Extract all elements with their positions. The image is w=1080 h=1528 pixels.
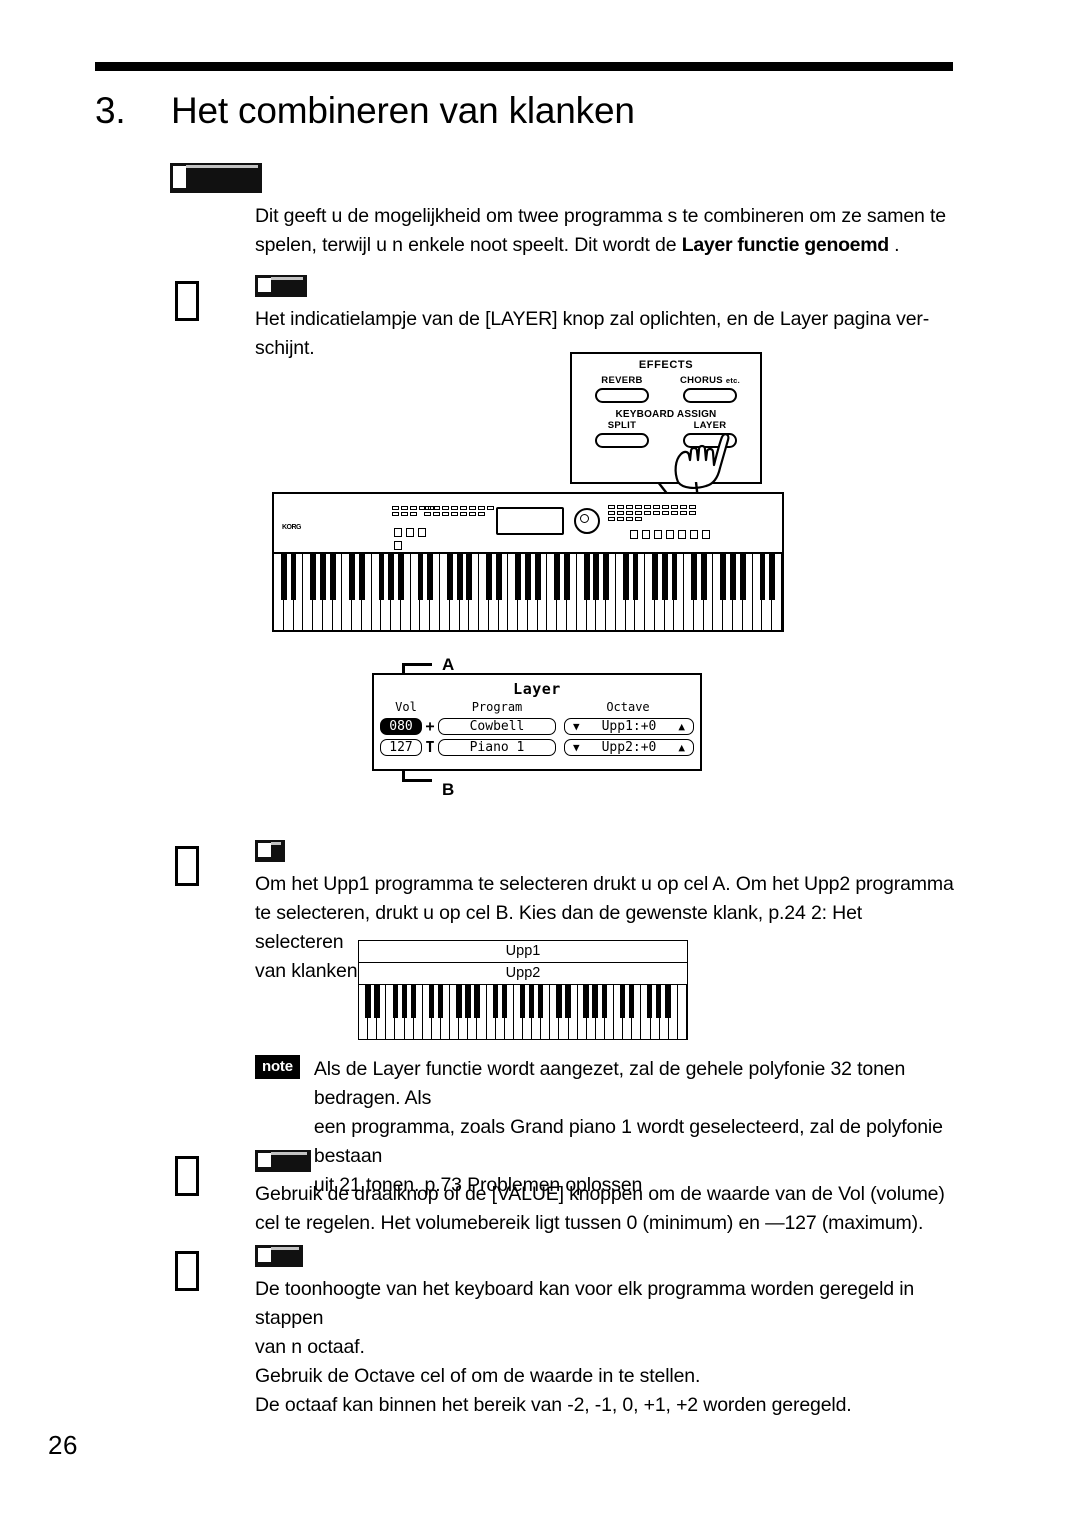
effects-title: EFFECTS	[638, 359, 694, 371]
octave-down-arrow-upper1[interactable]: ▼	[573, 720, 580, 733]
split-button[interactable]	[595, 433, 649, 448]
step-4-body: De toonhoogte van het keyboard kan voor …	[255, 1245, 955, 1420]
program-cell-upper1[interactable]: Cowbell	[438, 717, 556, 735]
panel-switch-row	[394, 528, 436, 550]
range-bar-upper2: Upp2	[359, 963, 687, 985]
callout-b-line-h	[402, 779, 432, 782]
note-line-1: Als de Layer functie wordt aangezet, zal…	[313, 1058, 906, 1109]
step-4-line-2: van n octaaf.	[255, 1336, 365, 1358]
step-1-body: Het indicatielampje van de [LAYER] knop …	[255, 275, 955, 363]
octave-up-arrow-upper2[interactable]: ▲	[678, 741, 685, 754]
intro-line-2: spelen, terwijl u n enkele noot speelt. …	[255, 231, 955, 260]
split-label: SPLIT	[607, 420, 637, 431]
layer-label: LAYER	[693, 420, 727, 431]
page-number: 26	[48, 1430, 78, 1460]
range-bar-upper1: Upp1	[359, 941, 687, 963]
intro-line-1: Dit geeft u de mogelijkheid om twee prog…	[255, 205, 946, 227]
page-title-text: Het combineren van klanken	[171, 90, 635, 131]
reverb-label: REVERB	[601, 375, 643, 386]
instrument-brand: KORG	[282, 524, 302, 531]
intro-bold-term: Layer functie genoemd	[681, 234, 889, 256]
octave-value-upper1: Upp1:+0	[601, 718, 657, 734]
page-title-number: 3.	[95, 90, 126, 131]
value-dial-knob[interactable]	[574, 508, 600, 534]
lcd-header-vol: Vol	[395, 700, 417, 714]
step-3-line-1: Gebruik de draaiknop of de [VALUE] knopp…	[255, 1183, 945, 1205]
split-cell: SPLIT	[586, 420, 658, 448]
page-title: 3. Het combineren van klanken	[95, 90, 955, 132]
step-3-line-2: cel te regelen. Het volumebereik ligt tu…	[255, 1212, 924, 1234]
octave-value-upper2: Upp2:+0	[601, 739, 657, 755]
panel-button-cluster-3	[608, 505, 704, 521]
lcd-header-octave: Octave	[606, 700, 650, 714]
step-4-number	[175, 1251, 199, 1291]
reverb-button[interactable]	[595, 388, 649, 403]
lcd-row-upper1: 080 + Cowbell ▼ Upp1:+0 ▲	[374, 717, 700, 735]
instrument-illustration: KORG	[272, 492, 784, 632]
effects-panel: EFFECTS REVERB CHORUS etc. KEYBOARD ASSI…	[570, 352, 762, 489]
layer-lcd-panel: Layer Vol Program Octave 080 + Cowbell ▼…	[372, 673, 702, 771]
panel-program-button-row	[630, 530, 710, 539]
section-heading-glyph	[170, 163, 262, 193]
step-3: Gebruik de draaiknop of de [VALUE] knopp…	[175, 1150, 955, 1238]
octave-cell-upper2[interactable]: ▼ Upp2:+0 ▲	[564, 738, 694, 756]
range-black-keys	[359, 985, 687, 1018]
reverb-cell: REVERB	[586, 375, 658, 403]
callout-a-label: A	[442, 655, 455, 674]
chorus-label-text: CHORUS	[679, 375, 723, 386]
note-badge: note	[255, 1055, 300, 1079]
layer-screen-figure: A B Layer Vol Program Octave 080 + Cowbe…	[352, 655, 702, 800]
chorus-label-suffix: etc.	[725, 376, 741, 385]
step-4-line-3: Gebruik de Octave cel of om de waarde in…	[255, 1365, 701, 1387]
chorus-label: CHORUS etc.	[674, 375, 746, 386]
vol-cell-upper2[interactable]: 127	[380, 738, 422, 756]
lcd-row-upper2: 127 T Piano 1 ▼ Upp2:+0 ▲	[374, 738, 700, 756]
callout-a-line-h	[402, 663, 432, 666]
octave-up-arrow-upper1[interactable]: ▲	[678, 720, 685, 733]
intro-paragraph: Dit geeft u de mogelijkheid om twee prog…	[255, 202, 955, 260]
step-3-number	[175, 1156, 199, 1196]
chorus-cell: CHORUS etc.	[674, 375, 746, 403]
keyboard-assign-group-label: KEYBOARD ASSIGN	[615, 409, 717, 420]
chorus-button[interactable]	[683, 388, 737, 403]
effects-button-row-1: REVERB CHORUS etc.	[572, 375, 760, 403]
lcd-header-program: Program	[471, 700, 523, 714]
keyboard-range-diagram: Upp1 Upp2	[358, 940, 688, 1040]
step-4-line-4: De octaaf kan binnen het bereik van -2, …	[255, 1394, 852, 1416]
instrument-lcd-screen	[496, 507, 564, 535]
step-1: Het indicatielampje van de [LAYER] knop …	[175, 275, 955, 363]
lcd-page-title: Layer	[513, 680, 561, 698]
step-1-line-1: Het indicatielampje van de [LAYER] knop …	[255, 308, 930, 330]
program-cell-upper2[interactable]: Piano 1	[438, 738, 556, 756]
panel-button-cluster-2	[424, 506, 498, 516]
black-keys	[274, 554, 782, 600]
step-4: De toonhoogte van het keyboard kan voor …	[175, 1245, 955, 1420]
range-keybed	[359, 985, 687, 1039]
intro-line-2-post: .	[888, 234, 900, 256]
octave-down-arrow-upper2[interactable]: ▼	[573, 741, 580, 754]
link-mark-upper2: T	[425, 738, 435, 756]
link-mark-upper1: +	[425, 717, 435, 735]
step-4-line-1: De toonhoogte van het keyboard kan voor …	[255, 1278, 915, 1329]
intro-line-2-pre: spelen, terwijl u n enkele noot speelt. …	[255, 234, 682, 256]
octave-cell-upper1[interactable]: ▼ Upp1:+0 ▲	[564, 717, 694, 735]
step-2-number	[175, 846, 199, 886]
lcd-column-headers: Vol Program Octave	[374, 700, 700, 714]
step-1-number	[175, 281, 199, 321]
callout-b-label: B	[442, 780, 455, 799]
step-2-line-1: Om het Upp1 programma te selecteren druk…	[255, 873, 954, 895]
instrument-control-panel: KORG	[274, 494, 782, 554]
step-3-body: Gebruik de draaiknop of de [VALUE] knopp…	[255, 1150, 955, 1238]
header-rule	[95, 62, 953, 71]
instrument-keybed	[274, 554, 782, 630]
vol-cell-upper1[interactable]: 080	[380, 717, 422, 735]
